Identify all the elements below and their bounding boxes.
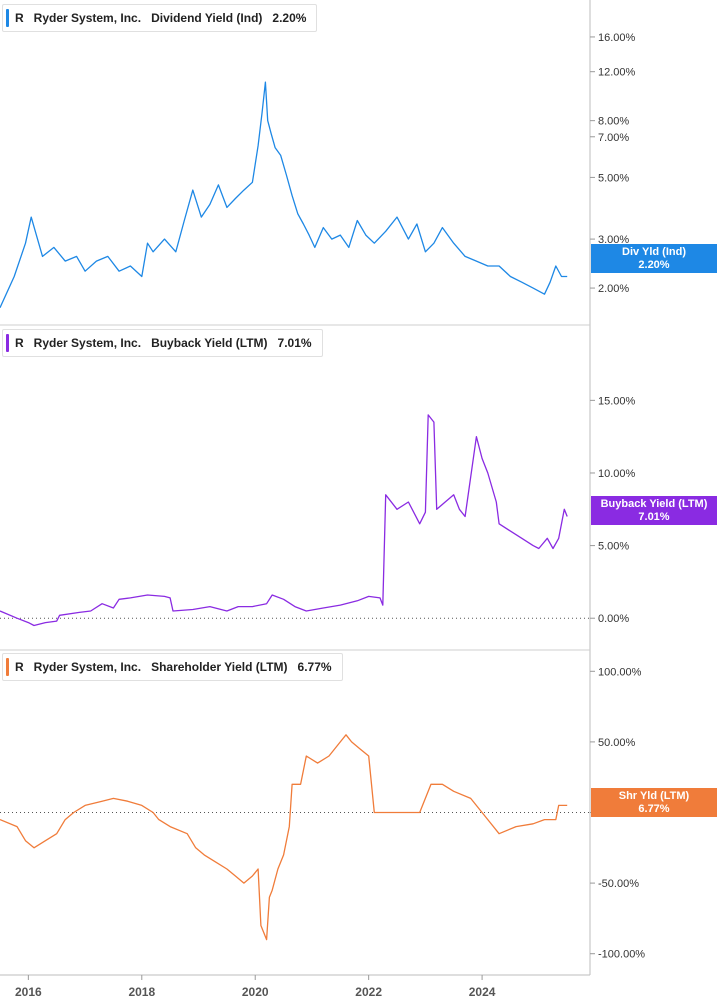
series-line [0,414,568,627]
legend-buyback-yield[interactable]: R Ryder System, Inc. Buyback Yield (LTM)… [2,329,323,357]
y-tick-label: 0.00% [598,613,629,625]
y-tick-label: 12.00% [598,67,636,79]
series-line [0,81,568,308]
legend-series-name: Buyback Yield (LTM) [151,336,268,350]
x-tick-label: 2020 [242,985,269,999]
last-value-tag-dividend: Div Yld (Ind) 2.20% [591,244,717,273]
legend-ticker: R [15,11,24,25]
last-value-tag-buyback: Buyback Yield (LTM) 7.01% [591,496,717,525]
y-tick-label: 2.00% [598,283,629,295]
tag-label: Shr Yld (LTM) [618,790,690,802]
legend-ticker: R [15,336,24,350]
y-tick-label: 15.00% [598,395,636,407]
x-tick-label: 2018 [128,985,155,999]
legend-value: 2.20% [272,11,307,25]
series-line [0,734,568,941]
y-tick-label: -50.00% [598,878,639,890]
legend-shareholder-yield[interactable]: R Ryder System, Inc. Shareholder Yield (… [2,653,343,681]
tag-value: 6.77% [638,803,670,815]
y-tick-label: 8.00% [598,116,629,128]
x-tick-label: 2024 [469,985,496,999]
y-tick-label: 10.00% [598,468,636,480]
y-tick-label: 50.00% [598,737,636,749]
tag-value: 2.20% [638,259,670,271]
y-tick-label: -100.00% [598,949,645,961]
y-tick-label: 5.00% [598,172,629,184]
legend-company: Ryder System, Inc. [33,660,142,674]
legend-company: Ryder System, Inc. [33,11,142,25]
series-color-bar [6,9,9,27]
legend-ticker: R [15,660,24,674]
legend-company: Ryder System, Inc. [33,336,142,350]
series-color-bar [6,658,9,676]
series-color-bar [6,334,9,352]
legend-dividend-yield[interactable]: R Ryder System, Inc. Dividend Yield (Ind… [2,4,318,32]
y-tick-label: 100.00% [598,666,642,678]
y-tick-label: 7.00% [598,132,629,144]
legend-series-name: Dividend Yield (Ind) [151,11,263,25]
x-tick-label: 2016 [15,985,42,999]
tag-label: Buyback Yield (LTM) [600,498,708,510]
y-tick-label: 16.00% [598,32,636,44]
x-tick-label: 2022 [355,985,382,999]
legend-value: 6.77% [297,660,332,674]
last-value-tag-shareholder: Shr Yld (LTM) 6.77% [591,788,717,817]
y-tick-label: 5.00% [598,541,629,553]
legend-series-name: Shareholder Yield (LTM) [151,660,288,674]
tag-label: Div Yld (Ind) [622,246,686,258]
legend-value: 7.01% [277,336,312,350]
chart-root: 16.00% 12.00% 8.00% 7.00% 5.00% 3.00% 2.00% 15.… [0,0,717,1005]
tag-value: 7.01% [638,511,670,523]
